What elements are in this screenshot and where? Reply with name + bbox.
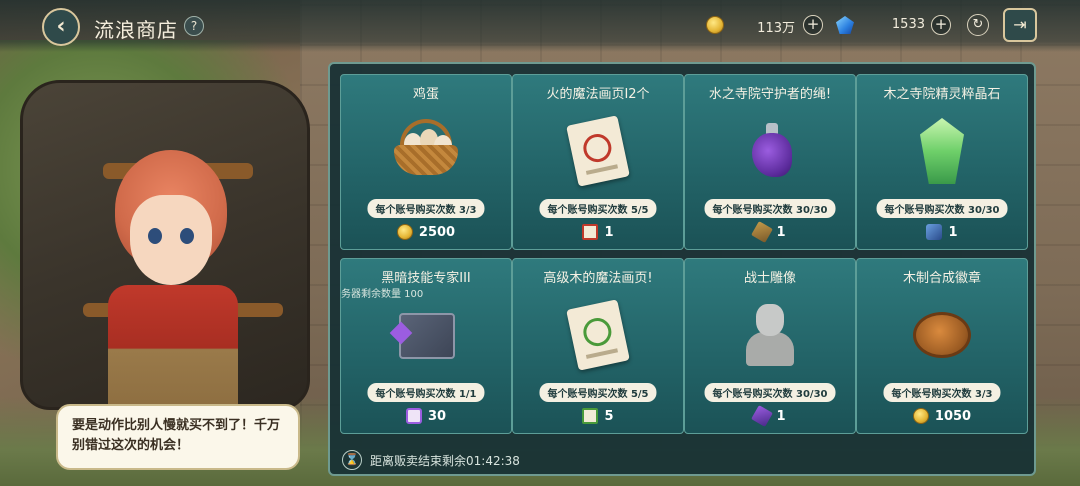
warrior-statue-icon (730, 295, 810, 375)
price: 2500 (341, 221, 511, 243)
price: 1050 (857, 405, 1027, 427)
purchase-limit: 每个账号购买次数 3/3 (883, 383, 1001, 402)
price-value: 1 (776, 224, 786, 240)
add-gems-button[interactable]: + (931, 15, 951, 35)
purchase-limit: 每个账号购买次数 3/3 (367, 199, 485, 218)
page-title: 流浪商店 (94, 18, 178, 42)
shop-item-card[interactable]: 战士雕像 每个账号购买次数 30/30 1 (684, 258, 856, 434)
fire-page-icon (582, 224, 599, 240)
feather-icon (751, 221, 774, 243)
merchant-character (0, 40, 330, 425)
add-coins-button[interactable]: + (803, 15, 823, 35)
help-icon[interactable]: ? (184, 16, 204, 36)
item-title: 战士雕像 (743, 271, 796, 286)
blue-token-icon (926, 224, 943, 240)
refresh-icon[interactable]: ↻ (967, 14, 989, 36)
gold-coin-icon (396, 224, 413, 240)
item-title: 木之寺院精灵粹晶石 (883, 87, 1001, 102)
timer-icon: ⌛ (342, 450, 362, 470)
item-grid: 鸡蛋 每个账号购买次数 3/3 2500 火的魔法画页I2个 每个账号购买次数 … (340, 74, 1028, 434)
gold-coin-icon (706, 16, 724, 34)
purple-feather-icon (751, 405, 774, 427)
item-title: 高级木的魔法画页! (543, 271, 653, 286)
back-arrow-icon: ‹ (56, 14, 66, 39)
price: 1 (857, 221, 1027, 243)
purple-page-icon (405, 408, 422, 424)
purchase-limit: 每个账号购买次数 5/5 (539, 199, 657, 218)
fire-magic-page-icon (558, 111, 638, 191)
item-title: 鸡蛋 (412, 87, 439, 102)
price: 1 (685, 221, 855, 243)
wooden-badge-icon (902, 295, 982, 375)
price-value: 1 (604, 224, 614, 240)
exit-button[interactable]: ⇥ (1003, 8, 1037, 42)
shop-item-card[interactable]: 木之寺院精灵粹晶石 每个账号购买次数 30/30 1 (856, 74, 1028, 250)
gem-icon (836, 16, 854, 34)
wood-magic-page-icon (558, 295, 638, 375)
shop-item-card[interactable]: 鸡蛋 每个账号购买次数 3/3 2500 (340, 74, 512, 250)
price-value: 1 (776, 408, 786, 424)
price-value: 1050 (934, 408, 972, 424)
item-title: 黑暗技能专家III (381, 271, 471, 286)
wood-page-icon (582, 408, 599, 424)
shop-panel: 鸡蛋 每个账号购买次数 3/3 2500 火的魔法画页I2个 每个账号购买次数 … (328, 62, 1036, 476)
price: 5 (513, 405, 683, 427)
shop-item-card[interactable]: 木制合成徽章 每个账号购买次数 3/3 1050 (856, 258, 1028, 434)
purchase-limit: 每个账号购买次数 30/30 (876, 199, 1008, 218)
price-value: 2500 (418, 224, 456, 240)
item-title: 木制合成徽章 (902, 271, 981, 286)
timer-text: 距离贩卖结束剩余01:42:38 (370, 453, 520, 468)
shop-item-card[interactable]: 火的魔法画页I2个 每个账号购买次数 5/5 1 (512, 74, 684, 250)
gem-balance: 1533 (891, 17, 925, 32)
shop-item-card[interactable]: 高级木的魔法画页! 每个账号购买次数 5/5 5 (512, 258, 684, 434)
merchant-speech-bubble: 要是动作比别人慢就买不到了！千万别错过这次的机会！ (56, 404, 300, 470)
price-value: 5 (604, 408, 614, 424)
price: 1 (513, 221, 683, 243)
dark-skill-book-icon (386, 295, 466, 375)
purchase-limit: 每个账号购买次数 30/30 (704, 383, 836, 402)
purchase-limit: 每个账号购买次数 5/5 (539, 383, 657, 402)
price-value: 1 (948, 224, 958, 240)
shop-item-card[interactable]: 水之寺院守护者的绳! 每个账号购买次数 30/30 1 (684, 74, 856, 250)
shop-item-card[interactable]: 黑暗技能专家III 务器剩余数量 100 每个账号购买次数 1/1 30 (340, 258, 512, 434)
item-title: 水之寺院守护者的绳! (708, 87, 832, 102)
purchase-limit: 每个账号购买次数 1/1 (367, 383, 485, 402)
coin-balance: 113万 (757, 21, 795, 36)
price-value: 30 (427, 408, 447, 424)
price: 1 (685, 405, 855, 427)
sale-timer: ⌛ 距离贩卖结束剩余01:42:38 (342, 450, 520, 470)
spirit-crystal-icon (902, 111, 982, 191)
purchase-limit: 每个账号购买次数 30/30 (704, 199, 836, 218)
price: 30 (341, 405, 511, 427)
egg-basket-icon (386, 111, 466, 191)
guardian-rope-icon (730, 111, 810, 191)
gold-coin-icon (912, 408, 929, 424)
item-title: 火的魔法画页I2个 (546, 87, 650, 102)
